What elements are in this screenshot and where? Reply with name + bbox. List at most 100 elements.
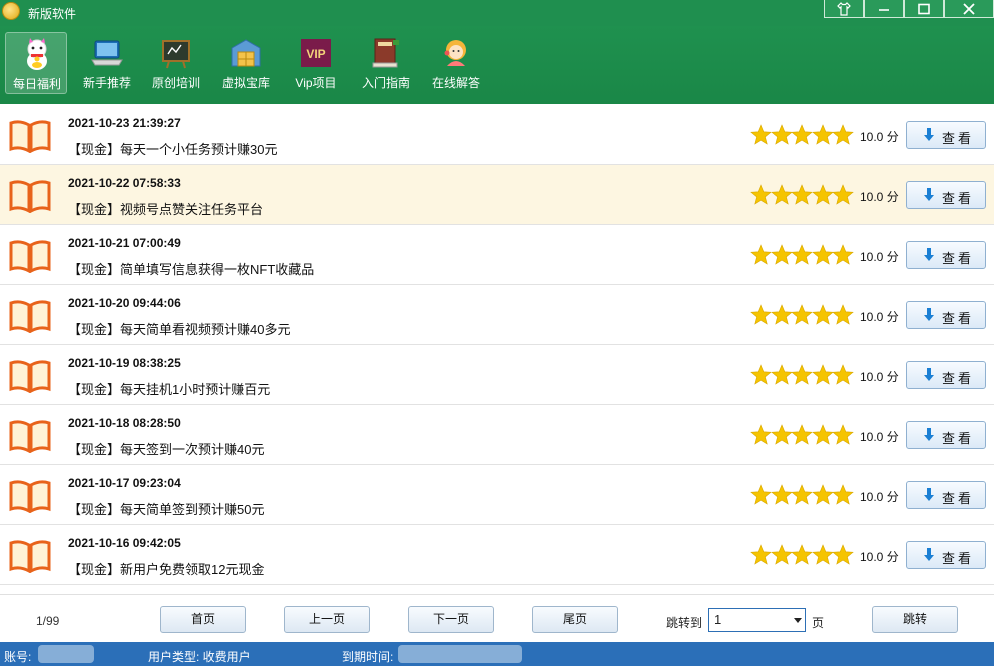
rating-stars bbox=[750, 364, 854, 386]
toolbar-item-daily-welfare[interactable]: 每日福利 bbox=[5, 32, 67, 94]
star-icon bbox=[750, 244, 772, 266]
toolbar-item-guide[interactable]: 入门指南 bbox=[355, 32, 417, 94]
download-arrow-icon bbox=[924, 308, 934, 322]
expire-value-redacted bbox=[398, 645, 522, 663]
close-button[interactable] bbox=[944, 0, 994, 18]
first-page-button[interactable]: 首页 bbox=[160, 606, 246, 633]
star-icon bbox=[811, 364, 834, 386]
item-score: 10.0 分 bbox=[860, 130, 899, 144]
toolbar-item-newbie[interactable]: 新手推荐 bbox=[76, 32, 138, 94]
toolbar-label: 原创培训 bbox=[151, 76, 200, 90]
star-icon bbox=[750, 184, 772, 206]
view-button[interactable]: 查看 bbox=[906, 421, 986, 449]
item-title: 【现金】每天简单签到预计赚50元 bbox=[68, 502, 265, 517]
toolbar-label: Vip项目 bbox=[295, 76, 337, 90]
list-item[interactable]: 2021-10-16 09:42:05 【现金】新用户免费领取12元现金 10.0 … bbox=[0, 525, 994, 585]
star-icon bbox=[832, 484, 854, 506]
download-arrow-icon bbox=[924, 368, 934, 382]
rating-stars bbox=[750, 244, 854, 266]
book-icon bbox=[9, 359, 51, 394]
star-icon bbox=[811, 544, 834, 566]
list-item[interactable]: 2021-10-23 21:39:27 【现金】每天一个小任务预计赚30元 10.0… bbox=[0, 105, 994, 165]
laptop-icon bbox=[91, 40, 123, 66]
list-item[interactable]: 2021-10-17 09:23:04 【现金】每天简单签到预计赚50元 10.0 … bbox=[0, 465, 994, 525]
star-icon bbox=[832, 124, 854, 146]
view-button[interactable]: 查看 bbox=[906, 541, 986, 569]
star-icon bbox=[832, 244, 854, 266]
book-icon bbox=[9, 299, 51, 334]
view-button-label: 查看 bbox=[942, 491, 975, 506]
view-button[interactable]: 查看 bbox=[906, 361, 986, 389]
page-select[interactable]: 1 bbox=[708, 608, 806, 632]
download-arrow-icon bbox=[924, 128, 934, 142]
view-button[interactable]: 查看 bbox=[906, 121, 986, 149]
maximize-button[interactable] bbox=[904, 0, 944, 18]
star-icon bbox=[750, 364, 772, 386]
vip-icon: VIP bbox=[301, 39, 331, 67]
pagination-bar: 1/99 首页 上一页 下一页 尾页 跳转到 1 页 跳转 bbox=[0, 594, 994, 642]
view-button-label: 查看 bbox=[942, 131, 975, 146]
toolbar-item-online-help[interactable]: 在线解答 bbox=[425, 32, 487, 94]
toolbar-label: 新手推荐 bbox=[82, 76, 131, 90]
book-icon bbox=[9, 419, 51, 454]
rating-stars bbox=[750, 124, 854, 146]
star-icon bbox=[791, 184, 813, 206]
maximize-icon bbox=[918, 3, 930, 15]
list-item[interactable]: 2021-10-18 08:28:50 【现金】每天签到一次预计赚40元 10.0 … bbox=[0, 405, 994, 465]
star-icon bbox=[770, 364, 793, 386]
list-item[interactable]: 2021-10-20 09:44:06 【现金】每天简单看视频预计赚40多元 10.… bbox=[0, 285, 994, 345]
toolbar-label: 每日福利 bbox=[12, 77, 61, 91]
jump-button[interactable]: 跳转 bbox=[872, 606, 958, 633]
toolbar-item-vip[interactable]: VIP Vip项目 bbox=[285, 32, 347, 94]
prev-page-button[interactable]: 上一页 bbox=[284, 606, 370, 633]
list-item[interactable]: 2021-10-21 07:00:49 【现金】简单填写信息获得一枚NFT收藏品 1… bbox=[0, 225, 994, 285]
item-title: 【现金】每天简单看视频预计赚40多元 bbox=[68, 322, 291, 337]
list-item[interactable]: 2021-10-19 08:38:25 【现金】每天挂机1小时预计赚百元 10.0 … bbox=[0, 345, 994, 405]
star-icon bbox=[750, 424, 772, 446]
main-toolbar: 每日福利 新手推荐 原创培训 虚拟宝库 VIP Vip项目 入门指南 在线解答 bbox=[0, 26, 994, 104]
skin-button[interactable] bbox=[824, 0, 864, 18]
star-icon bbox=[832, 364, 854, 386]
jump-label: 跳转到 bbox=[666, 616, 703, 630]
toolbar-item-training[interactable]: 原创培训 bbox=[145, 32, 207, 94]
page-count: 1/99 bbox=[36, 614, 60, 628]
book-icon bbox=[9, 239, 51, 274]
star-icon bbox=[832, 304, 854, 326]
star-icon bbox=[750, 544, 772, 566]
list-item[interactable]: 2021-10-22 07:58:33 【现金】视频号点赞关注任务平台 10.0 分… bbox=[0, 165, 994, 225]
last-page-button[interactable]: 尾页 bbox=[532, 606, 618, 633]
item-title: 【现金】视频号点赞关注任务平台 bbox=[68, 202, 264, 217]
app-logo-icon bbox=[2, 2, 20, 20]
item-score: 10.0 分 bbox=[860, 190, 899, 204]
view-button[interactable]: 查看 bbox=[906, 301, 986, 329]
view-button[interactable]: 查看 bbox=[906, 181, 986, 209]
warehouse-icon bbox=[231, 39, 261, 67]
item-date: 2021-10-18 08:28:50 bbox=[68, 416, 181, 430]
view-button-label: 查看 bbox=[942, 371, 975, 386]
star-icon bbox=[832, 424, 854, 446]
star-icon bbox=[791, 304, 813, 326]
book-icon bbox=[9, 179, 51, 214]
star-icon bbox=[832, 184, 854, 206]
shirt-icon bbox=[837, 2, 851, 16]
next-page-button[interactable]: 下一页 bbox=[408, 606, 494, 633]
toolbar-item-treasury[interactable]: 虚拟宝库 bbox=[215, 32, 277, 94]
account-value-redacted bbox=[38, 645, 94, 663]
book-icon bbox=[9, 479, 51, 514]
close-icon bbox=[963, 3, 975, 15]
item-score: 10.0 分 bbox=[860, 430, 899, 444]
star-icon bbox=[750, 304, 772, 326]
view-button[interactable]: 查看 bbox=[906, 241, 986, 269]
star-icon bbox=[770, 544, 793, 566]
star-icon bbox=[770, 424, 793, 446]
rating-stars bbox=[750, 424, 854, 446]
svg-text:VIP: VIP bbox=[306, 47, 325, 61]
star-icon bbox=[832, 544, 854, 566]
star-icon bbox=[791, 424, 813, 446]
minimize-icon bbox=[879, 9, 889, 11]
view-button[interactable]: 查看 bbox=[906, 481, 986, 509]
download-arrow-icon bbox=[924, 548, 934, 562]
minimize-button[interactable] bbox=[864, 0, 904, 18]
star-icon bbox=[770, 244, 793, 266]
star-icon bbox=[770, 124, 793, 146]
